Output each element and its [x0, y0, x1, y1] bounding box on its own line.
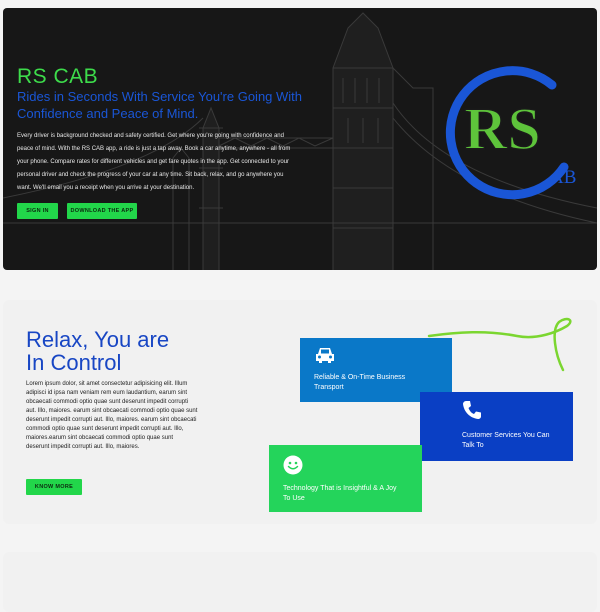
features-title: Relax, You are In Control	[26, 328, 169, 374]
smiley-icon	[283, 455, 303, 475]
features-title-line2: In Control	[26, 350, 122, 375]
logo-suffix: AB	[550, 167, 576, 188]
hero-banner: RS CAB Rides in Seconds With Service You…	[3, 8, 597, 270]
feature-card-label: Technology That is Insightful & A Joy To…	[283, 485, 397, 502]
feature-card-support: Customer Services You Can Talk To	[420, 392, 573, 461]
features-section: Relax, You are In Control Lorem ipsum do…	[3, 300, 597, 524]
brand-title: RS CAB	[17, 65, 99, 88]
feature-card-label: Reliable & On-Time Business Transport	[314, 374, 406, 391]
features-title-line1: Relax, You are	[26, 327, 170, 352]
feature-card-label: Customer Services You Can Talk To	[462, 432, 550, 449]
feature-card-technology: Technology That is Insightful & A Joy To…	[269, 445, 422, 512]
sign-in-button[interactable]: SIGN IN	[17, 203, 58, 219]
next-section	[3, 552, 597, 612]
download-app-button[interactable]: DOWNLOAD THE APP	[67, 203, 137, 219]
hero-subtitle: Rides in Seconds With Service You're Goi…	[17, 89, 303, 121]
car-icon	[316, 348, 334, 363]
features-body: Lorem ipsum dolor, sit amet consectetur …	[26, 381, 198, 450]
know-more-button[interactable]: KNOW MORE	[26, 479, 82, 495]
hero-description: Every driver is background checked and s…	[17, 133, 291, 191]
rs-cab-logo: RS AB	[445, 66, 576, 200]
phone-icon	[463, 401, 481, 419]
logo-letters: RS	[464, 96, 541, 162]
